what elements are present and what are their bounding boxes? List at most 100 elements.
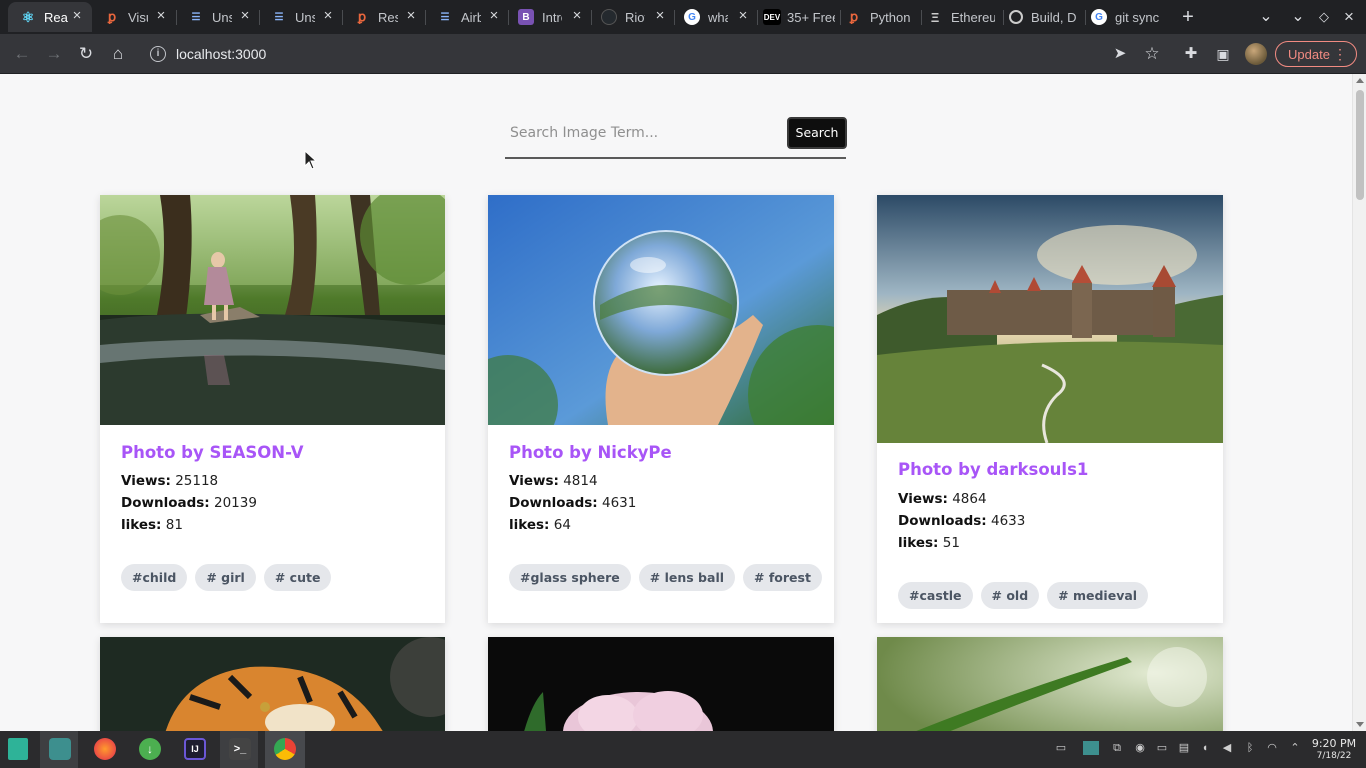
restore-diamond-icon[interactable]: ◇ <box>1313 6 1335 28</box>
search-button[interactable]: Search <box>787 117 847 149</box>
tab-title: what is <box>708 9 728 25</box>
tab-title: Airbnb <box>461 9 481 25</box>
download-manager-icon[interactable]: ↓ <box>139 738 161 760</box>
tab-responsive[interactable]: ꝑ Responsive × <box>342 2 426 32</box>
bluetooth-icon[interactable]: ᛒ <box>1243 741 1257 755</box>
tag-list: #castle # old # medieval <box>898 582 1149 609</box>
extensions-puzzle-icon[interactable]: ✚ <box>1179 42 1203 66</box>
pink-flower-photo <box>488 637 834 731</box>
tab-unsplash-1[interactable]: ☰ Unsplash × <box>176 2 260 32</box>
image-card: Photo by SEASON-V Views: 25118 Downloads… <box>100 195 445 623</box>
terminal-icon[interactable]: >_ <box>229 738 251 760</box>
tab-introduction[interactable]: B Introduction × <box>508 2 592 32</box>
scroll-thumb[interactable] <box>1356 90 1364 200</box>
tab-build[interactable]: Build, D <box>1003 2 1087 32</box>
tab-title: Build, D <box>1031 9 1077 25</box>
files-icon[interactable] <box>49 738 71 760</box>
likes-stat: likes: 51 <box>898 536 1202 550</box>
show-desktop-icon[interactable]: ▭ <box>1054 741 1068 755</box>
tag-chip: # forest <box>743 564 822 591</box>
home-icon[interactable]: ⌂ <box>106 42 130 66</box>
downloads-stat: Downloads: 4631 <box>509 496 813 510</box>
address-bar[interactable]: i localhost:3000 <box>138 40 1098 68</box>
image-card <box>877 637 1223 731</box>
close-icon[interactable]: × <box>154 8 168 23</box>
intellij-icon[interactable]: IJ <box>184 738 206 760</box>
dev-icon: DEV <box>763 9 781 25</box>
likes-value: 51 <box>942 535 960 551</box>
likes-value: 81 <box>165 517 183 533</box>
close-icon[interactable]: × <box>321 8 335 23</box>
back-arrow-icon[interactable]: ← <box>10 42 34 66</box>
new-tab-icon[interactable]: + <box>1177 6 1199 28</box>
update-button[interactable]: Update ⋮ <box>1275 41 1357 67</box>
tab-search-chevron-icon[interactable]: ⌄ <box>1255 6 1277 28</box>
tray-expand-chevron-icon[interactable]: ⌃ <box>1288 741 1302 755</box>
manjaro-icon[interactable] <box>8 738 28 760</box>
close-icon[interactable]: × <box>70 8 84 23</box>
glass-sphere-photo <box>488 195 834 425</box>
volume-icon[interactable]: ◀ <box>1220 741 1234 755</box>
chrome-icon[interactable] <box>274 738 296 760</box>
window-list-icon[interactable]: ⧉ <box>1110 741 1124 755</box>
scroll-down-arrow-icon[interactable] <box>1356 722 1364 727</box>
update-label: Update <box>1288 46 1330 62</box>
github-icon <box>601 9 617 25</box>
likes-value: 64 <box>553 517 571 533</box>
close-icon[interactable]: × <box>238 8 252 23</box>
firefox-icon[interactable] <box>94 738 116 760</box>
send-icon[interactable]: ➤ <box>1108 42 1132 66</box>
tab-35-free[interactable]: DEV 35+ Free <box>757 2 841 32</box>
close-icon[interactable]: × <box>570 8 584 23</box>
close-icon[interactable]: × <box>487 8 501 23</box>
tab-python[interactable]: ꝑ Python <box>840 2 924 32</box>
clipboard-icon[interactable]: ▤ <box>1177 741 1191 755</box>
tab-unsplash-2[interactable]: ☰ Unsplash × <box>259 2 343 32</box>
forward-arrow-icon[interactable]: → <box>42 42 66 66</box>
tag-chip: #glass sphere <box>509 564 631 591</box>
page-scrollbar[interactable] <box>1352 74 1366 731</box>
search-form: Search <box>505 117 847 159</box>
browser-toolbar: ← → ↻ ⌂ i localhost:3000 ➤ ☆ ✚ ▣ Update … <box>0 34 1366 74</box>
castle-valley-photo <box>877 195 1223 443</box>
site-info-icon[interactable]: i <box>150 46 166 62</box>
wifi-icon[interactable]: ◠ <box>1265 741 1279 755</box>
tag-chip: # cute <box>263 564 332 591</box>
minimize-chevron-icon[interactable]: ⌄ <box>1287 6 1309 28</box>
bookmark-star-icon[interactable]: ☆ <box>1140 42 1164 66</box>
views-value: 25118 <box>175 473 219 489</box>
menu-dots-icon: ⋮ <box>1333 46 1347 62</box>
tab-git-sync[interactable]: G git sync <box>1085 2 1169 32</box>
tab-react-app[interactable]: ⚛ React App × <box>8 2 92 32</box>
tab-ethereum[interactable]: Ξ Ethereum <box>921 2 1005 32</box>
google-icon: G <box>1091 9 1107 25</box>
system-clock[interactable]: 9:20 PM 7/18/22 <box>1306 737 1362 762</box>
tab-title: Unsplash <box>212 9 232 25</box>
search-input[interactable] <box>505 117 785 149</box>
photo-author-title: Photo by NickyPe <box>509 443 672 462</box>
record-icon[interactable]: ◉ <box>1133 741 1147 755</box>
tab-airbnb[interactable]: ☰ Airbnb × <box>425 2 509 32</box>
photo-author-title: Photo by darksouls1 <box>898 460 1089 479</box>
clock-date: 7/18/22 <box>1316 751 1352 761</box>
views-label: Views: <box>509 473 559 489</box>
terminal-tray-icon[interactable]: ▭ <box>1155 741 1169 755</box>
side-panel-icon[interactable]: ▣ <box>1211 42 1235 66</box>
close-icon[interactable]: × <box>653 8 667 23</box>
profile-avatar[interactable] <box>1245 43 1267 65</box>
notification-icon[interactable]: ◖ <box>1198 741 1212 755</box>
reload-icon[interactable]: ↻ <box>74 42 98 66</box>
tab-riot[interactable]: Riot × <box>591 2 675 32</box>
pixabay-icon: ꝑ <box>357 9 367 24</box>
close-icon[interactable]: × <box>404 8 418 23</box>
image-card <box>488 637 834 731</box>
downloads-label: Downloads: <box>509 495 598 511</box>
scroll-up-arrow-icon[interactable] <box>1356 78 1364 83</box>
tab-visual[interactable]: ꝑ Visual Studio × <box>92 2 176 32</box>
tab-title: Ethereum <box>951 9 995 25</box>
tab-what-is[interactable]: G what is × <box>674 2 758 32</box>
workspace-switcher-icon[interactable] <box>1083 741 1099 755</box>
close-icon[interactable]: × <box>736 8 750 23</box>
close-window-icon[interactable]: × <box>1338 6 1360 28</box>
downloads-label: Downloads: <box>898 513 987 529</box>
